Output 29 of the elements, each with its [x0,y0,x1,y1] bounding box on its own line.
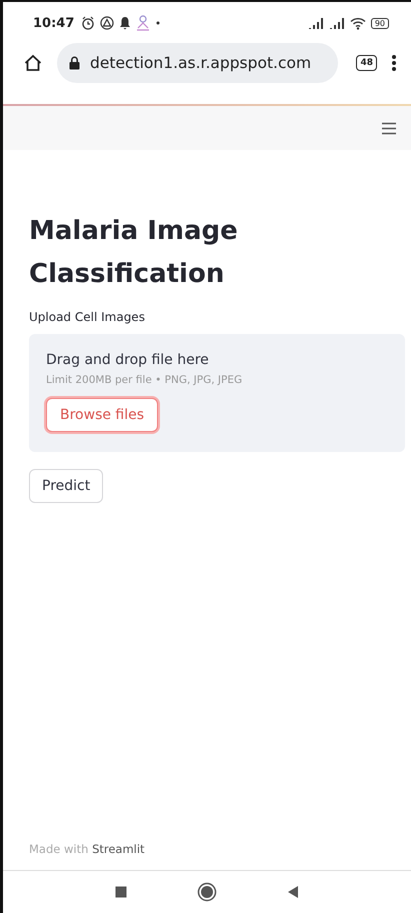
address-bar[interactable]: detection1.as.r.appspot.com [57,43,338,83]
uploader-label: Upload Cell Images [29,310,146,324]
streamlit-link[interactable]: Streamlit [92,842,145,856]
dot-icon [155,20,162,26]
menu-icon[interactable] [381,122,397,134]
alarm-clock-icon [81,16,96,30]
lock-icon [69,56,80,70]
signal-icon [308,17,324,29]
tab-count-button[interactable]: 48 [356,55,377,71]
footer-text: Made with [29,842,88,856]
signal-icon [328,17,345,29]
home-icon[interactable] [23,53,43,73]
file-limits-text: Limit 200MB per file • PNG, JPG, JPEG [46,374,242,386]
home-button-icon[interactable] [197,882,217,902]
file-drop-zone[interactable]: Drag and drop file here Limit 200MB per file • PNG, JPG, JPEG Browse files [29,334,405,452]
browse-files-button[interactable]: Browse files [46,398,158,432]
predict-button[interactable]: Predict [29,469,104,503]
page-title: Malaria Image Classification [29,215,239,291]
person-icon [136,15,150,31]
battery-indicator: 90 [370,18,389,28]
drop-prompt: Drag and drop file here [46,352,209,368]
wifi-icon [350,16,366,30]
more-menu-icon[interactable] [391,53,397,73]
status-time: 10:47 [33,16,74,30]
url-text: detection1.as.r.appspot.com [90,54,312,72]
bell-icon [119,16,132,30]
recents-icon[interactable] [115,886,127,898]
triangle-icon [100,16,114,30]
back-icon[interactable] [287,885,299,899]
